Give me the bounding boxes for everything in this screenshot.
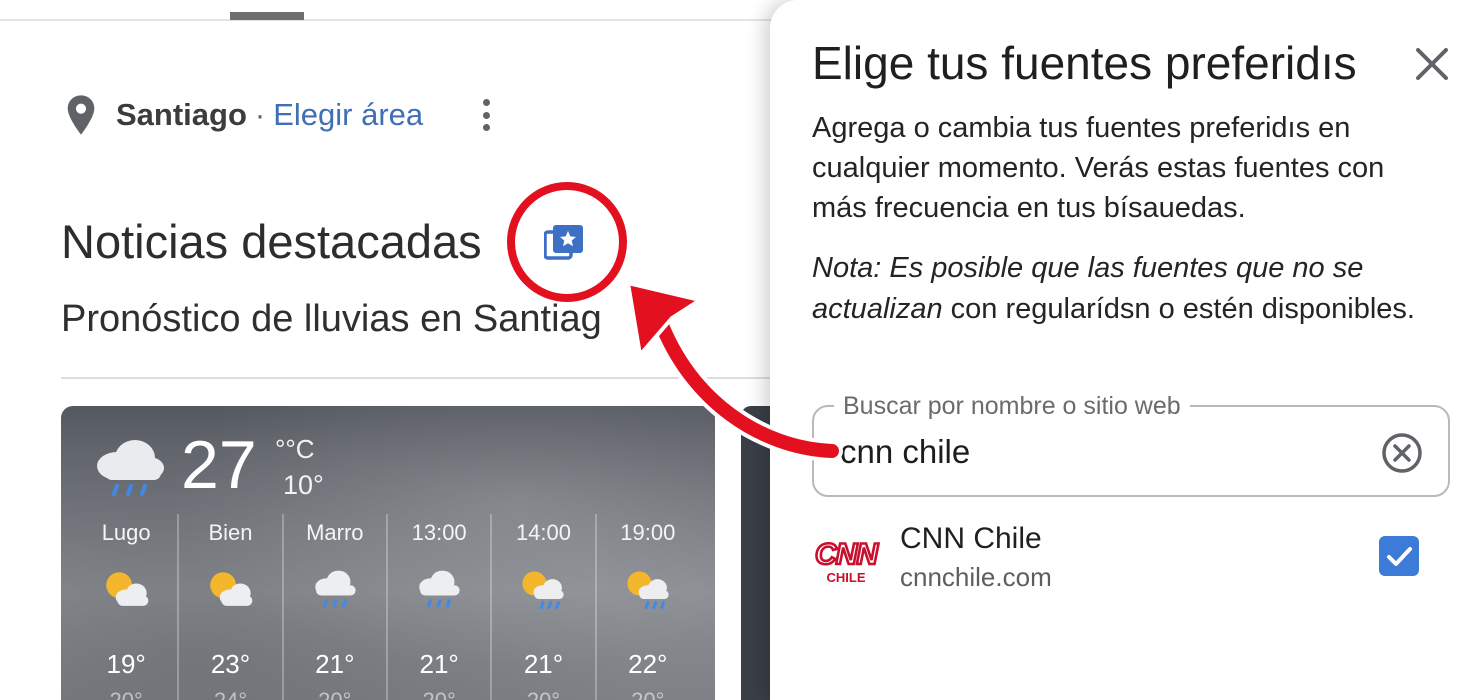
logo-subtext: CHILE — [827, 570, 866, 585]
checkmark-icon — [1387, 547, 1412, 566]
hour-low: 20° — [631, 688, 664, 700]
more-options-icon[interactable] — [474, 96, 498, 134]
temperature-unit: °°C — [275, 434, 315, 464]
search-label: Buscar por nombre o sitio web — [834, 392, 1190, 421]
source-name: CNN Chile — [900, 522, 1042, 555]
hour-column: Lugo 19° 20° — [75, 514, 177, 700]
sun-cloud-icon — [210, 572, 253, 606]
highlight-circle — [507, 182, 627, 302]
weather-card[interactable]: 27 °°C 10° Lugo 19° 20° Bien — [61, 406, 715, 700]
location-separator: · — [254, 97, 266, 132]
sun-cloud-icon — [106, 572, 149, 606]
hour-label: 19:00 — [620, 520, 676, 545]
search-input[interactable]: cnn chile — [840, 433, 970, 471]
location-pin-icon — [67, 95, 95, 135]
hour-column: 13:00 21° 20° — [385, 514, 490, 700]
hour-temperature: 23° — [210, 649, 251, 679]
current-temperature: 27 — [181, 427, 257, 503]
source-result-row[interactable]: CNN CHILE CNN Chile cnnchile.com — [812, 520, 1452, 600]
hour-low: 20° — [527, 688, 560, 700]
section-divider — [61, 377, 781, 379]
panel-title: Elige tus fuentes preferidıs — [812, 37, 1357, 89]
hour-column: 19:00 22° 20° — [594, 514, 699, 700]
hour-label: Marro — [306, 520, 364, 545]
hour-column: Marro 21° 20° — [281, 514, 386, 700]
hour-column: 14:00 21° 20° — [490, 514, 594, 700]
hour-label: Bien — [208, 520, 253, 545]
hour-temperature: 21° — [523, 649, 564, 679]
cnn-chile-logo: CNN CHILE — [814, 537, 880, 585]
hour-label: Lugo — [101, 520, 151, 545]
hour-temperature: 19° — [106, 649, 146, 679]
hour-label: 13:00 — [411, 520, 467, 545]
cloud-rain-icon — [315, 570, 356, 608]
hour-temperature: 22° — [628, 649, 668, 679]
logo-text: CNN — [815, 538, 879, 571]
active-tab-indicator — [230, 12, 304, 20]
panel-note: Nota: Es posible que las fuentes que no … — [812, 248, 1432, 330]
top-news-heading: Noticias destacadas — [61, 215, 482, 268]
hour-low: 20° — [423, 688, 456, 700]
hour-low: 24° — [214, 688, 247, 700]
hourly-forecast: Lugo 19° 20° Bien 23° 24° — [75, 514, 699, 700]
top-divider — [0, 19, 800, 21]
forecast-headline[interactable]: Pronóstico de lluvias en Santiag — [61, 298, 629, 341]
choose-area-link[interactable]: Elegir área — [273, 97, 423, 133]
location-row: Santiago · Elegir área — [64, 94, 423, 136]
sun-cloud-rain-icon — [522, 571, 565, 610]
location-city: Santiago — [116, 97, 247, 132]
close-icon[interactable] — [1408, 40, 1456, 88]
sun-cloud-rain-icon — [627, 571, 669, 610]
hour-label: 14:00 — [515, 520, 571, 545]
hour-temperature: 21° — [315, 649, 355, 679]
hour-temperature: 21° — [419, 649, 459, 679]
source-checkbox[interactable] — [1379, 536, 1419, 576]
low-temperature: 10° — [283, 470, 324, 500]
clear-search-icon[interactable] — [1380, 431, 1424, 475]
cloud-rain-icon — [97, 440, 164, 496]
note-rest: con regularídsn o estén disponibles. — [942, 293, 1415, 325]
panel-description: Agrega o cambia tus fuentes preferidıs e… — [812, 112, 1385, 224]
hour-low: 20° — [110, 688, 143, 700]
preferred-sources-panel: Elige tus fuentes preferidıs Agrega o ca… — [770, 0, 1480, 700]
hour-low: 20° — [318, 688, 351, 700]
background-page: Santiago · Elegir área Noticias destacad… — [0, 0, 800, 700]
source-search-field[interactable]: Buscar por nombre o sitio web cnn chile — [812, 392, 1450, 497]
source-site: cnnchile.com — [900, 562, 1052, 592]
cloud-rain-icon — [419, 570, 460, 608]
hour-column: Bien 23° 24° — [177, 514, 281, 700]
